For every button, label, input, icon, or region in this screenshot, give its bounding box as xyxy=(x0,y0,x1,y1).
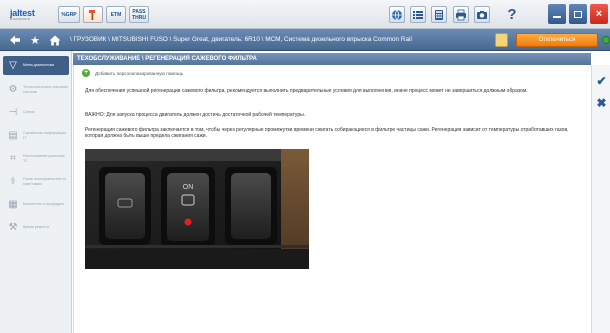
list-button[interactable] xyxy=(410,6,426,23)
sgrp-label: %GRP xyxy=(61,11,77,18)
calculator-icon xyxy=(435,9,443,20)
schematic-icon: ⊣ xyxy=(8,107,18,118)
camera-icon xyxy=(477,10,487,19)
confirm-button[interactable]: ✔ xyxy=(594,73,609,88)
add-help-link[interactable]: + Добавить персонализированную помощь xyxy=(82,69,183,77)
sidebar-item-connector-location[interactable]: ⌗ Расположение разъемов ТС xyxy=(3,149,69,168)
top-toolbar: jaltest DIAGNOSIS %GRP ETM PASS THRU ? × xyxy=(0,0,610,29)
connection-status-icon xyxy=(602,36,610,44)
pass-thru-label: PASS THRU xyxy=(132,8,146,21)
navigation-bar: ★ \ ГРУЗОВИК \ MITSUBISHI FUSO \ Super G… xyxy=(0,29,610,51)
regeneration-description: Регенерация сажевого фильтра заключается… xyxy=(85,127,569,140)
favorites-button[interactable]: ★ xyxy=(28,33,42,47)
star-icon: ★ xyxy=(30,34,40,47)
sidebar-item-label: Схемы xyxy=(23,110,35,115)
sidebar: ▽ Меню диагностики ⚙ Технологическое опи… xyxy=(0,51,72,333)
sidebar-item-label: Справочная информация ГГ xyxy=(23,131,66,140)
print-button[interactable] xyxy=(453,6,469,23)
sidebar-item-reference-info[interactable]: ▤ Справочная информация ГГ xyxy=(3,126,69,145)
close-button[interactable]: × xyxy=(590,4,608,24)
notes-button[interactable] xyxy=(495,33,508,47)
app-logo: jaltest DIAGNOSIS xyxy=(10,8,35,21)
sidebar-item-label: Меню диагностики xyxy=(23,63,55,68)
important-note: ВАЖНО: Для запуска процесса двигатель до… xyxy=(85,112,306,118)
checkmark-icon: ✔ xyxy=(596,73,607,88)
action-bar: ✔ ✖ xyxy=(591,65,610,333)
plus-icon: + xyxy=(82,69,90,77)
sgrp-button[interactable]: %GRP xyxy=(58,6,80,23)
help-button[interactable]: ? xyxy=(505,6,519,23)
sidebar-item-label: Бюллетени и процедуры xyxy=(23,202,64,207)
maximize-button[interactable] xyxy=(569,4,587,24)
close-icon: × xyxy=(595,8,603,20)
minimize-button[interactable] xyxy=(548,4,566,24)
sidebar-item-label: Технологическое описание системы xyxy=(23,85,69,94)
hammer-icon xyxy=(89,9,95,20)
switch-panel-image: ON xyxy=(85,149,309,269)
back-button[interactable] xyxy=(8,33,22,47)
sidebar-item-label: Время ремонта xyxy=(23,225,49,230)
calculator-button[interactable] xyxy=(431,6,447,23)
sidebar-item-label: Поиск неисправностей по симптомам xyxy=(23,177,66,186)
bulletin-icon: ▦ xyxy=(8,199,18,210)
sidebar-item-schematics[interactable]: ⊣ Схемы xyxy=(3,103,69,122)
cancel-button[interactable]: ✖ xyxy=(594,95,609,110)
globe-icon xyxy=(392,9,402,20)
list-icon xyxy=(413,10,423,19)
wrench-icon: ⚒ xyxy=(8,222,18,233)
book-icon: ▤ xyxy=(8,130,18,141)
maximize-icon xyxy=(574,10,582,18)
help-icon: ? xyxy=(507,6,517,23)
switch-on-label: ON xyxy=(183,184,194,191)
add-help-label: Добавить персонализированную помощь xyxy=(95,70,184,76)
tool-icon-button[interactable] xyxy=(83,6,103,23)
camera-button[interactable] xyxy=(474,6,490,23)
minimize-icon xyxy=(553,16,561,18)
main-content: + Добавить персонализированную помощь Дл… xyxy=(73,65,591,333)
sidebar-item-repair-time[interactable]: ⚒ Время ремонта xyxy=(3,218,69,237)
home-icon xyxy=(49,35,61,45)
back-arrow-icon xyxy=(10,35,20,45)
dpf-switch-photo: ON xyxy=(85,149,309,269)
sidebar-item-symptom-search[interactable]: ⚕ Поиск неисправностей по симптомам xyxy=(3,172,69,191)
breadcrumb: \ ГРУЗОВИК \ MITSUBISHI FUSO \ Super Gre… xyxy=(70,36,412,43)
pass-thru-button[interactable]: PASS THRU xyxy=(129,6,149,23)
sidebar-item-bulletins[interactable]: ▦ Бюллетени и процедуры xyxy=(3,195,69,214)
sidebar-item-system-description[interactable]: ⚙ Технологическое описание системы xyxy=(3,80,69,99)
globe-button[interactable] xyxy=(389,6,405,23)
etm-label: ETM xyxy=(110,11,122,18)
gear-icon: ⚙ xyxy=(8,84,18,95)
disconnect-button[interactable]: Отключиться xyxy=(516,33,598,47)
filter-icon: ▽ xyxy=(9,60,17,71)
symptom-icon: ⚕ xyxy=(10,176,16,187)
sidebar-item-label: Расположение разъемов ТС xyxy=(23,154,65,163)
connector-icon: ⌗ xyxy=(10,153,16,164)
etm-button[interactable]: ETM xyxy=(106,6,126,23)
preconditions-paragraph: Для обеспечения успешной регенерации саж… xyxy=(85,88,528,94)
printer-icon xyxy=(456,9,466,20)
sidebar-item-diagnostics-menu[interactable]: ▽ Меню диагностики xyxy=(3,56,69,75)
home-button[interactable] xyxy=(48,33,62,47)
page-title: ТЕХОБСЛУЖИВАНИЕ \ РЕГЕНЕРАЦИЯ САЖЕВОГО Ф… xyxy=(73,53,591,65)
cancel-icon: ✖ xyxy=(596,95,607,110)
